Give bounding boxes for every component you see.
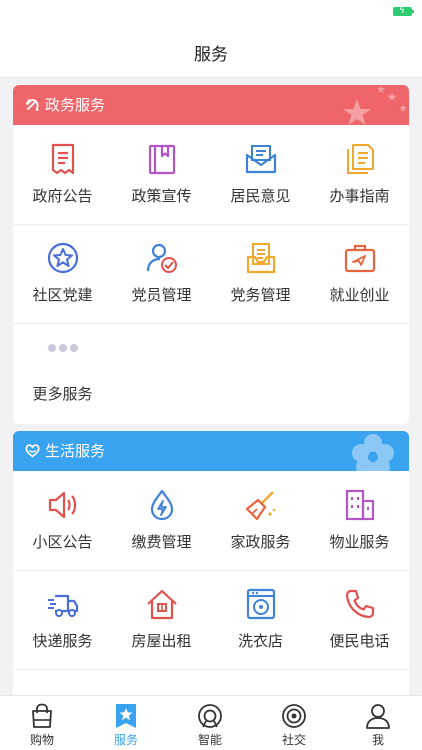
tab-me[interactable]: 我 — [336, 696, 420, 750]
stars-decoration-icon — [343, 85, 407, 125]
star-circle-icon — [47, 242, 79, 274]
tab-shopping[interactable]: 购物 — [0, 696, 84, 750]
life-item-label: 缴费管理 — [131, 533, 192, 551]
water-drop-bolt-icon — [150, 489, 174, 521]
phone-icon — [345, 589, 375, 619]
shopping-bag-icon — [32, 703, 52, 728]
tab-label: 服务 — [113, 733, 138, 747]
life-item-hotline[interactable]: 便民电话 — [310, 570, 409, 669]
page-title: 服务 — [194, 45, 228, 65]
delivery-truck-icon — [48, 594, 79, 617]
tab-label: 智能 — [197, 733, 222, 747]
gov-item-opinion[interactable]: 居民意见 — [211, 125, 310, 224]
gov-item-more-services[interactable]: 更多服务 — [13, 323, 112, 422]
life-item-label: 物业服务 — [329, 533, 390, 551]
member-person-icon — [146, 243, 177, 273]
gov-item-label: 党员管理 — [131, 286, 192, 304]
gov-item-member-management[interactable]: 党员管理 — [112, 224, 211, 323]
gov-item-label: 党务管理 — [230, 286, 291, 304]
tab-services[interactable]: 服务 — [84, 696, 168, 750]
gov-services-title: 政务服务 — [45, 96, 106, 114]
life-item-laundry[interactable]: 洗衣店 — [211, 570, 310, 669]
gov-item-label: 社区党建 — [32, 286, 93, 304]
battery-icon: ϟ — [393, 6, 414, 16]
life-item-label: 洗衣店 — [237, 632, 283, 650]
heart-hands-icon — [25, 444, 40, 458]
gov-item-label: 更多服务 — [32, 385, 93, 403]
gov-item-label: 政策宣传 — [131, 187, 192, 205]
guide-document-icon — [347, 144, 374, 174]
navigation-bar: 服务 — [0, 26, 422, 78]
life-services-header: 生活服务 — [13, 431, 409, 471]
life-item-label: 家政服务 — [230, 533, 291, 551]
broom-icon — [245, 491, 276, 521]
briefcase-icon — [344, 244, 376, 273]
smart-icon — [198, 704, 222, 728]
gov-item-policy[interactable]: 政策宣传 — [112, 125, 211, 224]
social-icon — [282, 704, 306, 728]
flower-decoration-icon — [352, 434, 394, 471]
building-icon — [345, 489, 375, 521]
life-services-card: 生活服务 小区公告 缴费管理 家政服务 物业服务 快递服务 房屋出租 洗衣店 便… — [13, 431, 409, 701]
gov-item-label: 政府公告 — [32, 187, 93, 205]
life-item-label: 房屋出租 — [131, 632, 192, 650]
service-star-icon — [116, 704, 136, 728]
affairs-clipboard-icon — [246, 243, 276, 274]
bottom-tab-bar: 购物 服务 智能 社交 我 — [0, 695, 422, 750]
life-item-community-notice[interactable]: 小区公告 — [13, 471, 112, 570]
mail-envelope-icon — [245, 145, 277, 174]
gov-item-party-building[interactable]: 社区党建 — [13, 224, 112, 323]
life-services-title: 生活服务 — [45, 442, 106, 460]
tab-social[interactable]: 社交 — [252, 696, 336, 750]
gov-item-label: 居民意见 — [230, 187, 291, 205]
tab-smart[interactable]: 智能 — [168, 696, 252, 750]
tab-label: 购物 — [29, 733, 54, 747]
hammer-sickle-icon — [25, 98, 39, 111]
gov-services-header: 政务服务 — [13, 85, 409, 125]
life-item-rental[interactable]: 房屋出租 — [112, 570, 211, 669]
notice-document-icon — [51, 143, 75, 175]
tab-label: 我 — [371, 733, 384, 747]
gov-item-label: 就业创业 — [329, 286, 390, 304]
gov-services-card: 政务服务 政府公告 政策宣传 居民意见 办事指南 社区党建 党员管理 党务管理 … — [13, 85, 409, 424]
life-item-label: 小区公告 — [32, 533, 93, 551]
profile-icon — [366, 704, 390, 729]
life-item-payment[interactable]: 缴费管理 — [112, 471, 211, 570]
status-bar: ϟ — [0, 0, 422, 26]
life-item-housekeeping[interactable]: 家政服务 — [211, 471, 310, 570]
gov-item-announcement[interactable]: 政府公告 — [13, 125, 112, 224]
divider — [13, 669, 409, 670]
life-item-property[interactable]: 物业服务 — [310, 471, 409, 570]
more-dots-icon — [48, 344, 78, 352]
bookmark-book-icon — [148, 144, 176, 175]
gov-item-label: 办事指南 — [329, 187, 390, 205]
washing-machine-icon — [246, 588, 276, 620]
life-item-express[interactable]: 快递服务 — [13, 570, 112, 669]
life-item-label: 快递服务 — [32, 632, 93, 650]
tab-label: 社交 — [281, 733, 306, 747]
gov-item-employment[interactable]: 就业创业 — [310, 224, 409, 323]
gov-item-guide[interactable]: 办事指南 — [310, 125, 409, 224]
house-icon — [147, 589, 177, 620]
life-item-label: 便民电话 — [329, 632, 390, 650]
gov-item-affairs-management[interactable]: 党务管理 — [211, 224, 310, 323]
speaker-icon — [48, 491, 77, 519]
